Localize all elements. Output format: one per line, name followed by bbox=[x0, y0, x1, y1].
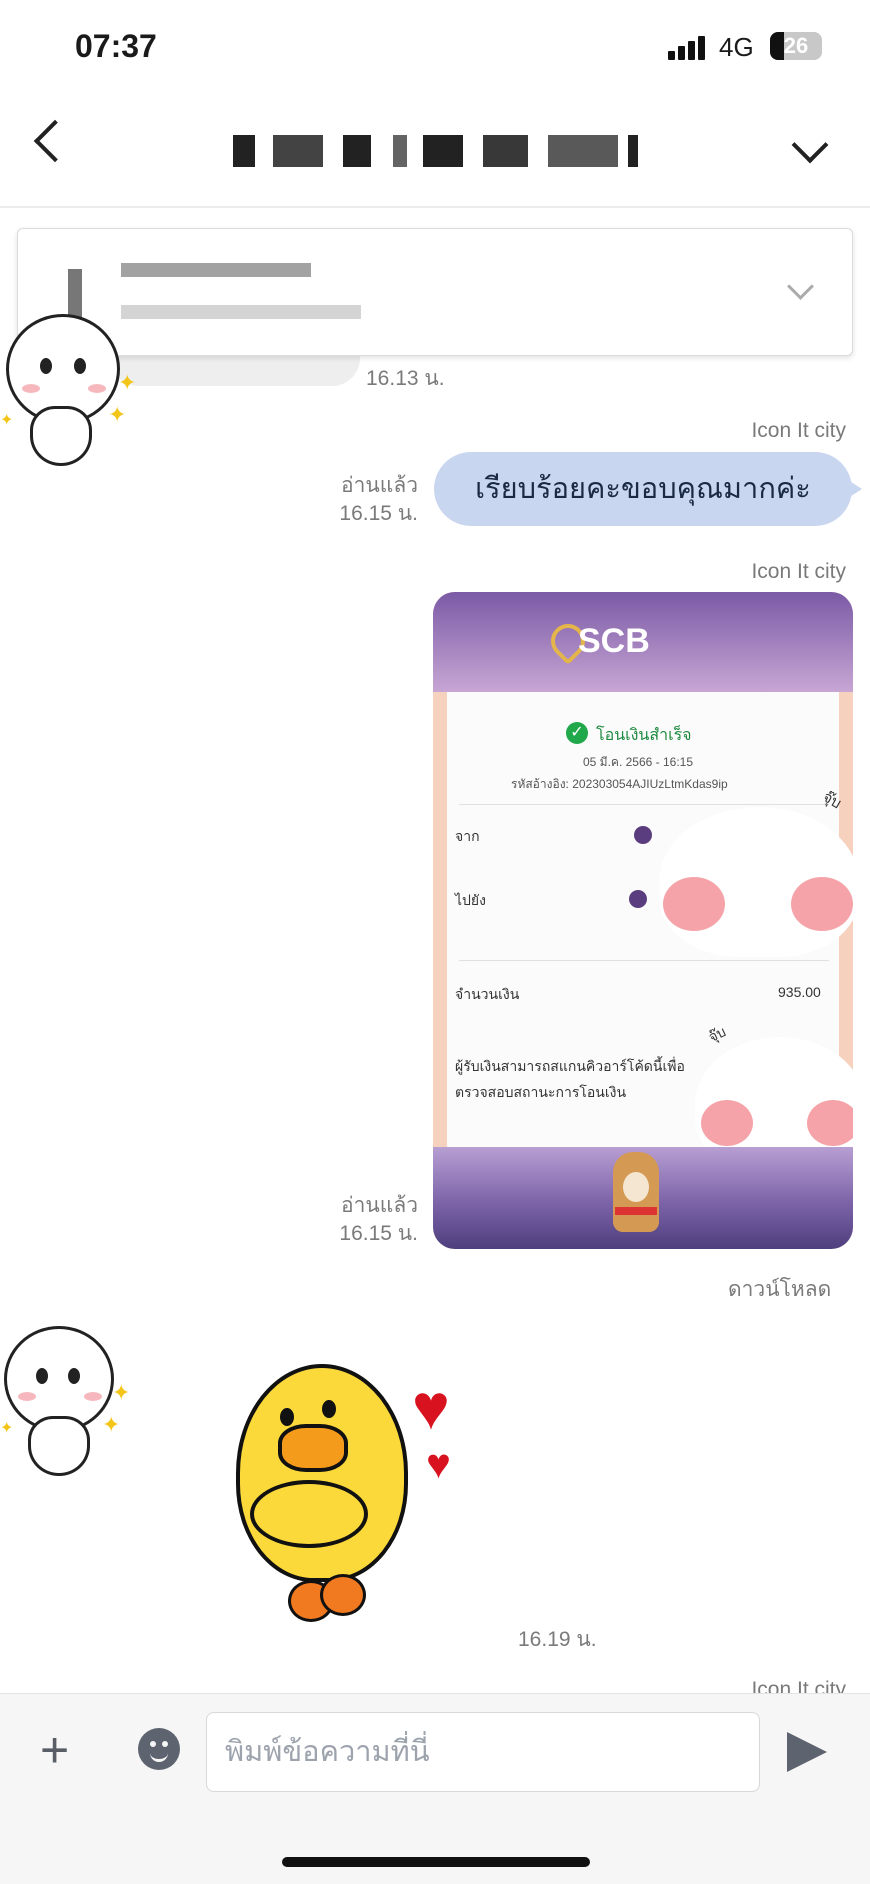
sender-name: Icon It city bbox=[751, 560, 846, 583]
transfer-date: 05 มี.ค. 2566 - 16:15 bbox=[583, 755, 694, 769]
transfer-ref: รหัสอ้างอิง: 202303054AJIUzLtmKdas9ip bbox=[511, 777, 728, 791]
read-status: อ่านแล้ว 16.15 น. bbox=[300, 1192, 418, 1248]
header-divider bbox=[0, 206, 870, 208]
message-input[interactable]: พิมพ์ข้อความที่นี่ bbox=[206, 1712, 760, 1792]
battery-icon: 26 bbox=[770, 32, 822, 60]
chat-title-redacted bbox=[233, 135, 638, 167]
pinned-message-card[interactable] bbox=[17, 228, 853, 356]
message-time: 16.15 น. bbox=[339, 1222, 418, 1245]
pinned-redacted bbox=[121, 305, 361, 319]
duck-foot bbox=[320, 1574, 366, 1616]
emoji-icon[interactable] bbox=[138, 1728, 180, 1770]
shiba-dog-face bbox=[623, 1172, 649, 1202]
pinned-redacted bbox=[121, 263, 311, 277]
shiba-dog-collar bbox=[615, 1207, 657, 1215]
duck-eye bbox=[322, 1400, 336, 1418]
heart-icon: ♥ bbox=[426, 1440, 451, 1487]
message-time: 16.13 น. bbox=[366, 367, 445, 390]
to-label: ไปยัง bbox=[455, 892, 486, 908]
heart-icon: ♥ bbox=[412, 1371, 450, 1443]
home-indicator bbox=[282, 1857, 590, 1867]
network-label: 4G bbox=[719, 32, 754, 62]
note-line-1: ผู้รับเงินสามารถสแกนคิวอาร์โค้ดนี้เพื่อ bbox=[455, 1058, 685, 1074]
status-time: 07:37 bbox=[75, 28, 157, 64]
bank-name: SCB bbox=[578, 622, 650, 660]
plus-icon[interactable]: + bbox=[40, 1725, 69, 1775]
signal-icon bbox=[668, 36, 708, 60]
battery-level: 26 bbox=[783, 33, 809, 58]
read-status: อ่านแล้ว 16.15 น. bbox=[300, 472, 418, 528]
moon-sticker[interactable]: ✦ ✦ ✦ bbox=[0, 1320, 140, 1476]
chevron-down-icon[interactable] bbox=[787, 273, 814, 300]
outgoing-message-bubble[interactable]: เรียบร้อยคะขอบคุณมากค่ะ bbox=[434, 452, 862, 526]
duck-wing bbox=[250, 1480, 368, 1548]
note-line-2: ตรวจสอบสถานะการโอนเงิน bbox=[455, 1084, 627, 1100]
read-label: อ่านแล้ว bbox=[341, 474, 418, 497]
transfer-slip-image[interactable]: SCB ✓ โอนเงินสำเร็จ 05 มี.ค. 2566 - 16:1… bbox=[433, 592, 853, 1249]
duck-beak bbox=[278, 1424, 348, 1472]
back-icon[interactable] bbox=[33, 119, 77, 163]
amount-value: 935.00 bbox=[778, 984, 821, 1000]
from-label: จาก bbox=[455, 828, 480, 844]
send-icon[interactable] bbox=[787, 1732, 827, 1772]
read-label: อ่านแล้ว bbox=[341, 1194, 418, 1217]
message-time: 16.15 น. bbox=[339, 502, 418, 525]
transfer-status: โอนเงินสำเร็จ bbox=[596, 727, 692, 744]
message-time: 16.19 น. bbox=[518, 1628, 597, 1651]
slip-divider bbox=[459, 804, 829, 805]
sender-name: Icon It city bbox=[751, 419, 846, 442]
download-link[interactable]: ดาวน์โหลด bbox=[728, 1273, 831, 1306]
slip-divider bbox=[459, 960, 829, 961]
bank-logo-icon bbox=[629, 890, 647, 908]
duck-eye bbox=[280, 1408, 294, 1426]
amount-label: จำนวนเงิน bbox=[455, 986, 520, 1002]
duck-sticker[interactable] bbox=[236, 1364, 408, 1582]
chevron-down-icon[interactable] bbox=[791, 126, 829, 164]
success-check-icon: ✓ bbox=[566, 722, 588, 744]
moon-sticker[interactable]: ✦ ✦ ✦ bbox=[0, 310, 140, 466]
bank-logo-icon bbox=[634, 826, 652, 844]
